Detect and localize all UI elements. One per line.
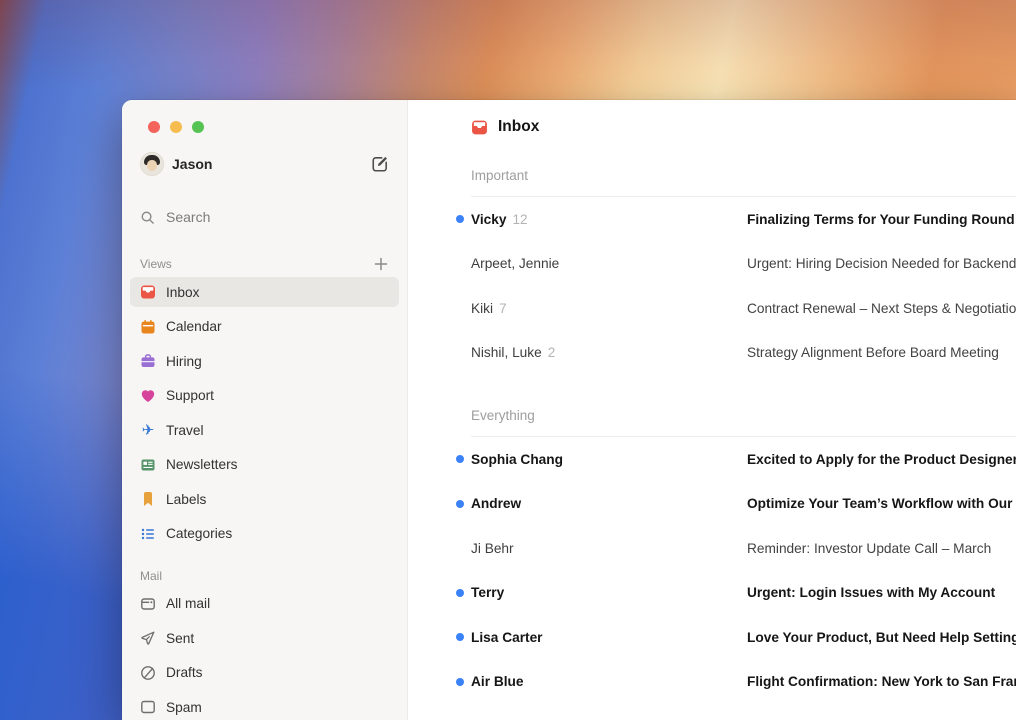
email-subject: Finalizing Terms for Your Funding Round bbox=[747, 211, 1015, 227]
email-subject: Flight Confirmation: New York to San Fra… bbox=[747, 674, 1016, 690]
thread-count: 7 bbox=[499, 300, 507, 316]
window-controls bbox=[148, 121, 399, 133]
draft-icon bbox=[140, 665, 156, 681]
mail-folder-list: All mail Sent Drafts Spam bbox=[130, 589, 399, 720]
email-sender: Lisa Carter bbox=[471, 629, 543, 645]
sidebar-item-calendar[interactable]: Calendar bbox=[130, 312, 399, 342]
spam-icon bbox=[140, 699, 156, 715]
email-row[interactable]: Johnny Appleseed The Power of AI Investi… bbox=[408, 704, 1016, 720]
account-switcher[interactable]: Jason bbox=[130, 150, 399, 178]
sidebar-item-labels[interactable]: Labels bbox=[130, 484, 399, 514]
email-row[interactable]: Arpeet, Jennie Urgent: Hiring Decision N… bbox=[408, 242, 1016, 287]
section-everything: Everything Sophia Chang Excited to Apply… bbox=[408, 408, 1016, 720]
send-icon bbox=[140, 630, 156, 646]
thread-count: 12 bbox=[512, 211, 528, 227]
email-list: Sophia Chang Excited to Apply for the Pr… bbox=[408, 437, 1016, 720]
section-important: Important Vicky 12 Finalizing Terms for Y… bbox=[408, 168, 1016, 375]
email-sender: Air Blue bbox=[471, 674, 524, 690]
all-mail-icon bbox=[140, 596, 156, 612]
page-title: Inbox bbox=[498, 118, 540, 135]
search-placeholder: Search bbox=[166, 209, 211, 225]
mail-section-header: Mail bbox=[130, 567, 399, 585]
email-sender: Vicky bbox=[471, 211, 507, 227]
message-list-pane: Inbox Important Vicky 12 Finalizing Terms… bbox=[408, 100, 1016, 720]
sidebar: Jason Search Views Inbox Calendar Hiring… bbox=[122, 100, 408, 720]
email-sender: Andrew bbox=[471, 496, 522, 512]
email-subject: Contract Renewal – Next Steps & Negotiat… bbox=[747, 300, 1016, 316]
unread-dot-icon bbox=[456, 633, 464, 642]
sidebar-item-drafts[interactable]: Drafts bbox=[130, 658, 399, 688]
email-row[interactable]: Andrew Optimize Your Team’s Workflow wit… bbox=[408, 482, 1016, 527]
unread-dot-icon bbox=[456, 455, 464, 464]
inbox-header: Inbox bbox=[408, 114, 1016, 140]
zoom-window-button[interactable] bbox=[192, 121, 204, 133]
email-sender: Ji Behr bbox=[471, 540, 514, 556]
email-row[interactable]: Nishil, Luke 2 Strategy Alignment Before … bbox=[408, 331, 1016, 376]
email-subject: Love Your Product, But Need Help Setting… bbox=[747, 629, 1016, 645]
user-name: Jason bbox=[172, 156, 213, 172]
sidebar-item-categories[interactable]: Categories bbox=[130, 519, 399, 549]
search-icon bbox=[140, 210, 155, 225]
sidebar-item-sent[interactable]: Sent bbox=[130, 623, 399, 653]
sidebar-item-all-mail[interactable]: All mail bbox=[130, 589, 399, 619]
sidebar-item-hiring[interactable]: Hiring bbox=[130, 346, 399, 376]
newsletter-icon bbox=[140, 457, 156, 473]
sidebar-item-newsletters[interactable]: Newsletters bbox=[130, 450, 399, 480]
user-avatar bbox=[140, 152, 164, 176]
views-section-label: Views bbox=[140, 257, 172, 271]
minimize-window-button[interactable] bbox=[170, 121, 182, 133]
email-list: Vicky 12 Finalizing Terms for Your Fundin… bbox=[408, 197, 1016, 375]
email-row[interactable]: Lisa Carter Love Your Product, But Need … bbox=[408, 615, 1016, 660]
plane-icon: ✈ bbox=[141, 421, 155, 439]
heart-icon bbox=[140, 388, 156, 404]
email-row[interactable]: Terry Urgent: Login Issues with My Accou… bbox=[408, 571, 1016, 616]
email-row[interactable]: Vicky 12 Finalizing Terms for Your Fundin… bbox=[408, 197, 1016, 242]
email-row[interactable]: Air Blue Flight Confirmation: New York t… bbox=[408, 660, 1016, 705]
views-section-header: Views bbox=[130, 255, 399, 273]
sidebar-item-inbox[interactable]: Inbox bbox=[130, 277, 399, 307]
email-sender: Arpeet, Jennie bbox=[471, 256, 560, 272]
inbox-icon bbox=[471, 119, 488, 136]
email-sender: Terry bbox=[471, 585, 505, 601]
close-window-button[interactable] bbox=[148, 121, 160, 133]
unread-dot-icon bbox=[456, 499, 464, 508]
email-row[interactable]: Sophia Chang Excited to Apply for the Pr… bbox=[408, 437, 1016, 482]
calendar-icon bbox=[140, 319, 156, 335]
sidebar-item-spam[interactable]: Spam bbox=[130, 692, 399, 720]
section-label: Important bbox=[471, 168, 529, 183]
mail-section-label: Mail bbox=[140, 568, 163, 583]
unread-dot-icon bbox=[456, 215, 464, 224]
email-row[interactable]: Ji Behr Reminder: Investor Update Call –… bbox=[408, 526, 1016, 571]
sidebar-item-support[interactable]: Support bbox=[130, 381, 399, 411]
compose-icon[interactable] bbox=[371, 155, 389, 173]
email-row[interactable]: Kiki 7 Contract Renewal – Next Steps & Ne… bbox=[408, 286, 1016, 331]
add-view-button[interactable] bbox=[373, 256, 389, 272]
bookmark-icon bbox=[140, 491, 156, 507]
mail-app-window: Jason Search Views Inbox Calendar Hiring… bbox=[122, 100, 1016, 720]
views-list: Inbox Calendar Hiring Support ✈ Travel N… bbox=[130, 277, 399, 549]
email-sender: Sophia Chang bbox=[471, 451, 564, 467]
email-sender: Nishil, Luke bbox=[471, 345, 542, 361]
unread-dot-icon bbox=[456, 588, 464, 597]
section-label: Everything bbox=[471, 408, 535, 423]
email-subject: Urgent: Login Issues with My Account bbox=[747, 585, 996, 601]
email-subject: Reminder: Investor Update Call – March bbox=[747, 540, 992, 556]
search-input[interactable]: Search bbox=[130, 205, 399, 229]
inbox-tray-icon bbox=[140, 284, 156, 300]
categories-icon bbox=[140, 526, 156, 542]
email-subject: Excited to Apply for the Product Designe… bbox=[747, 451, 1016, 467]
sidebar-item-travel[interactable]: ✈ Travel bbox=[130, 415, 399, 445]
thread-count: 2 bbox=[547, 345, 556, 361]
email-subject: Strategy Alignment Before Board Meeting bbox=[747, 345, 999, 361]
briefcase-icon bbox=[140, 353, 156, 369]
unread-dot-icon bbox=[456, 677, 464, 686]
email-sender: Kiki bbox=[471, 300, 494, 316]
email-subject: Optimize Your Team’s Workflow with Our N… bbox=[747, 496, 1016, 512]
email-subject: Urgent: Hiring Decision Needed for Backe… bbox=[747, 256, 1016, 272]
